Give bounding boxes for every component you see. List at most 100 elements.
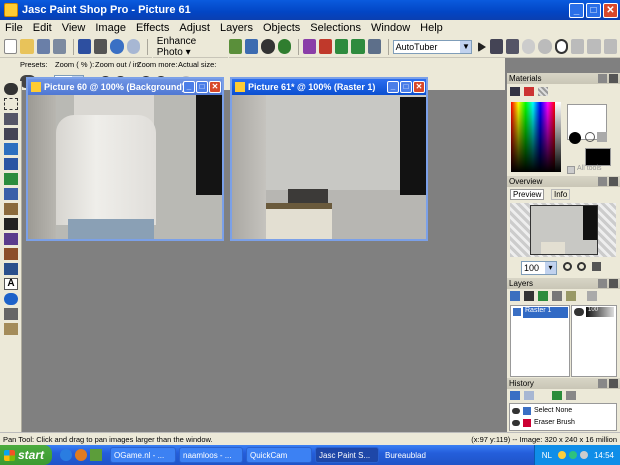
menu-adjust[interactable]: Adjust — [174, 22, 215, 34]
tab-info[interactable]: Info — [551, 189, 571, 200]
new-raster-layer-icon[interactable] — [510, 291, 520, 301]
scan-icon[interactable] — [52, 39, 67, 54]
tray-volume-icon[interactable] — [579, 451, 588, 459]
menu-window[interactable]: Window — [366, 22, 415, 34]
pin-icon[interactable] — [598, 379, 607, 388]
history-options-icon[interactable] — [566, 391, 576, 400]
move-tool-icon[interactable] — [4, 128, 18, 140]
canvas-picture-61[interactable] — [232, 95, 426, 239]
document-window-picture-60[interactable]: Picture 60 @ 100% (Background) _ □ ✕ — [26, 77, 224, 241]
save-icon[interactable] — [77, 39, 92, 54]
start-button[interactable]: start — [0, 445, 52, 465]
close-button[interactable]: ✕ — [413, 81, 425, 93]
pin-icon[interactable] — [598, 74, 607, 83]
minimize-button[interactable]: _ — [569, 2, 584, 18]
close-button[interactable]: ✕ — [603, 2, 618, 18]
eye-visibility-icon[interactable] — [574, 308, 584, 316]
record-icon[interactable] — [554, 39, 569, 54]
stop-icon[interactable] — [587, 39, 601, 54]
crop-tool-icon[interactable] — [4, 113, 18, 125]
enhance-photo-button[interactable]: Enhance Photo ▾ — [151, 34, 229, 59]
layer-opacity-bar[interactable]: 100 — [586, 307, 614, 317]
menu-view[interactable]: View — [57, 22, 91, 34]
print-icon[interactable] — [94, 39, 108, 54]
picture-tube-icon[interactable] — [4, 248, 18, 260]
new-adjustment-layer-icon[interactable] — [538, 291, 548, 301]
maximize-button[interactable]: □ — [196, 81, 208, 93]
selection-tool-icon[interactable] — [4, 98, 18, 110]
zoom-out-icon[interactable] — [563, 262, 572, 271]
maximize-button[interactable]: □ — [586, 2, 601, 18]
fit-icon[interactable] — [592, 262, 601, 271]
history-item[interactable]: Eraser Brush — [512, 417, 616, 428]
close-icon[interactable] — [609, 74, 618, 83]
new-file-icon[interactable] — [4, 39, 18, 54]
menu-help[interactable]: Help — [415, 22, 448, 34]
dropper-tool-icon[interactable] — [4, 158, 18, 170]
texture-icon[interactable] — [585, 132, 595, 142]
tray-app-icon[interactable] — [557, 451, 566, 459]
run-script-icon[interactable] — [477, 41, 487, 52]
tab-preview[interactable]: Preview — [510, 189, 545, 200]
color-balance-icon[interactable] — [245, 39, 259, 54]
tree-green-icon-2[interactable] — [351, 39, 365, 54]
pause-disabled-icon[interactable] — [538, 39, 552, 54]
all-tools-checkbox[interactable] — [567, 166, 575, 174]
undo-icon[interactable] — [510, 391, 520, 400]
firefox-quicklaunch-icon[interactable] — [75, 449, 87, 461]
menu-objects[interactable]: Objects — [258, 22, 305, 34]
overview-zoom-input[interactable]: 100 ▾ — [521, 261, 557, 275]
layer-group-icon[interactable] — [552, 291, 562, 301]
maximize-button[interactable]: □ — [400, 81, 412, 93]
document-window-picture-61[interactable]: Picture 61* @ 100% (Raster 1) _ □ ✕ — [230, 77, 428, 241]
history-item[interactable]: Select None — [512, 405, 616, 416]
eraser-tool-icon[interactable] — [4, 218, 18, 230]
effects-browser-icon[interactable] — [302, 39, 316, 54]
close-icon[interactable] — [609, 177, 618, 186]
browse-icon[interactable] — [36, 39, 50, 54]
pattern-icon[interactable] — [597, 132, 607, 142]
script-select[interactable]: AutoTuber ▼ — [392, 39, 473, 54]
history-play-icon[interactable] — [552, 391, 562, 400]
clone-brush-icon[interactable] — [4, 188, 18, 200]
duplicate-layer-icon[interactable] — [587, 291, 597, 301]
script-settings-icon[interactable] — [505, 39, 520, 54]
rainbow-tab-icon[interactable] — [524, 87, 534, 96]
stroke-color-icon[interactable] — [569, 132, 581, 144]
swatches-tab-icon[interactable] — [538, 87, 548, 96]
task-jasc-paint-shop[interactable]: Jasc Paint S... — [315, 447, 379, 463]
grayscale-strip[interactable] — [555, 102, 561, 172]
magic-wand-icon[interactable] — [4, 143, 18, 155]
background-color-swatch[interactable] — [585, 148, 611, 166]
menu-effects[interactable]: Effects — [131, 22, 174, 34]
layer-item-raster-1[interactable]: Raster 1 — [523, 307, 568, 318]
menu-layers[interactable]: Layers — [215, 22, 258, 34]
new-vector-layer-icon[interactable] — [524, 291, 534, 301]
save-script-icon[interactable] — [603, 39, 617, 54]
menu-image[interactable]: Image — [90, 22, 131, 34]
redo-icon[interactable] — [126, 39, 140, 54]
redo-icon[interactable] — [524, 391, 534, 400]
text-tool-icon[interactable]: A — [4, 278, 18, 290]
task-quickcam[interactable]: QuickCam — [246, 447, 312, 463]
edit-script-icon[interactable] — [489, 39, 503, 54]
menu-edit[interactable]: Edit — [28, 22, 57, 34]
close-icon[interactable] — [609, 279, 618, 288]
lighten-darken-icon[interactable] — [4, 203, 18, 215]
menu-file[interactable]: File — [0, 22, 28, 34]
smudge-tool-icon[interactable] — [4, 233, 18, 245]
zoom-in-icon[interactable] — [577, 262, 586, 271]
pin-icon[interactable] — [598, 177, 607, 186]
color-spectrum[interactable] — [511, 102, 555, 172]
menu-selections[interactable]: Selections — [305, 22, 366, 34]
show-desktop-icon[interactable] — [90, 449, 102, 461]
preset-shape-icon[interactable] — [4, 293, 18, 305]
pen-tool-icon[interactable] — [4, 308, 18, 320]
paint-shop-pro-app-icon[interactable] — [4, 3, 18, 17]
open-folder-icon[interactable] — [20, 39, 34, 54]
preview-area[interactable] — [510, 203, 616, 257]
record-disabled-icon[interactable] — [522, 39, 536, 54]
canvas-picture-60[interactable] — [28, 95, 222, 239]
pin-icon[interactable] — [598, 279, 607, 288]
minimize-button[interactable]: _ — [387, 81, 399, 93]
